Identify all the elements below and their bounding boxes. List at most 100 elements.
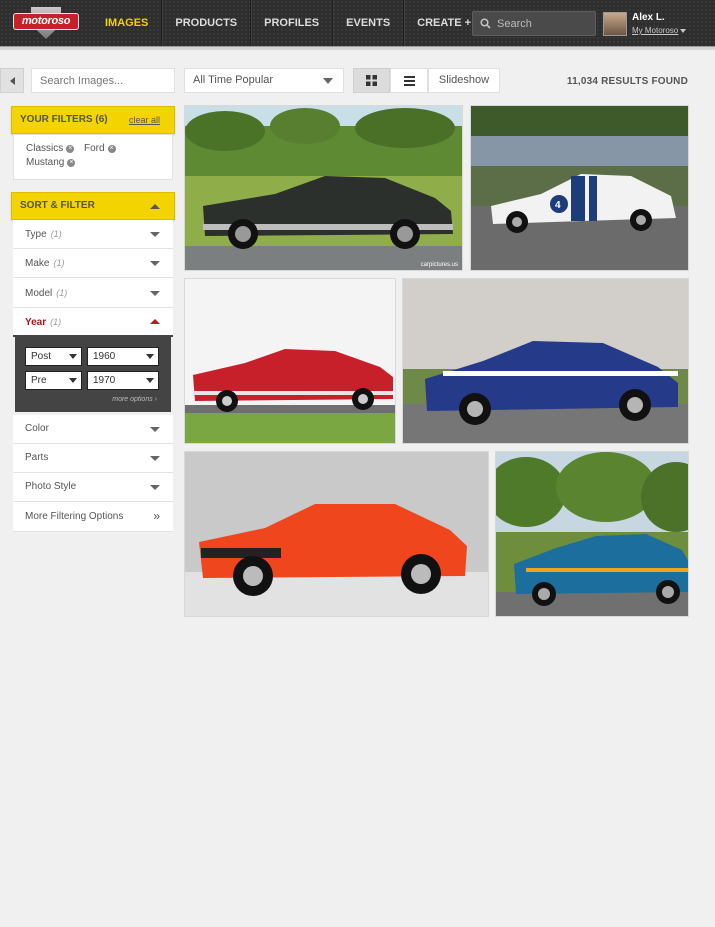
site-search-input[interactable]: Search [472,11,596,36]
photo-black-mustang-convertible[interactable]: carpictures.us [184,105,463,271]
chevron-down-icon [150,485,160,490]
chevron-down-icon [69,378,77,383]
remove-icon[interactable]: × [66,144,75,153]
filter-count: (1) [50,317,62,327]
nav-images[interactable]: IMAGES [92,0,163,46]
clear-all-link[interactable]: clear all [129,107,160,133]
list-view-button[interactable] [390,68,428,93]
filter-chip-classics[interactable]: Classics × [26,143,75,154]
grid-view-button[interactable] [353,68,390,93]
car-photo-image [496,452,688,616]
my-motoroso-link[interactable]: My Motoroso [632,26,678,35]
filter-make[interactable]: Make (1) [13,249,173,278]
your-filters-header: YOUR FILTERS (6) clear all [11,106,175,134]
active-filters: Classics × Ford × Mustang × [13,134,173,180]
nav-profiles[interactable]: PROFILES [251,0,334,46]
car-photo-image [185,106,462,270]
collapse-sidebar-button[interactable] [0,68,24,93]
photo-orange-mustang-fastback[interactable] [184,451,489,617]
filter-chip-label: Classics [26,143,64,154]
nav-products[interactable]: PRODUCTS [162,0,252,46]
car-photo-image: 4 [471,106,688,270]
filter-photo-style[interactable]: Photo Style [13,473,173,502]
race-number: 4 [555,200,561,211]
chevron-down-icon [69,354,77,359]
site-search-placeholder: Search [497,17,532,30]
filter-label: More Filtering Options [25,511,124,522]
sort-filter-title: SORT & FILTER [20,200,95,211]
double-chevron-right-icon: » [153,509,160,523]
filter-model[interactable]: Model (1) [13,278,173,308]
filter-label: Model [25,288,53,299]
photo-white-shelby-race-car[interactable]: 4 [470,105,689,271]
remove-icon[interactable]: × [67,158,76,167]
filter-chip-label: Mustang [26,157,65,168]
filter-count: (1) [50,229,62,239]
chevron-down-icon [150,261,160,266]
filter-year[interactable]: Year (1) [13,308,173,337]
user-menu-caret-icon[interactable] [680,29,686,33]
grid-icon [366,75,377,86]
year-to-qualifier-select[interactable]: Pre [25,371,82,390]
filter-label: Type [25,229,47,240]
results-count: 11,034 RESULTS FOUND [566,76,688,87]
top-navigation-bar: motoroso IMAGES PRODUCTS PROFILES EVENTS… [0,0,715,46]
photo-teal-shelby-convertible[interactable] [495,451,689,617]
year-from-qualifier-select[interactable]: Post [25,347,82,366]
car-photo-image [185,279,395,443]
select-value: 1960 [93,351,116,362]
photo-watermark: carpictures.us [420,262,458,268]
main-nav: IMAGES PRODUCTS PROFILES EVENTS CREATE + [92,0,484,46]
filter-type[interactable]: Type (1) [13,220,173,249]
remove-icon[interactable]: × [107,144,116,153]
user-avatar[interactable] [603,12,627,36]
chevron-down-icon [150,427,160,432]
caret-left-icon [9,76,15,85]
slideshow-button[interactable]: Slideshow [428,68,500,93]
filter-label: Photo Style [25,481,77,492]
chevron-down-icon [150,291,160,296]
photo-blue-shelby-fastback[interactable] [402,278,689,444]
header-divider [0,46,715,50]
select-value: Post [31,351,52,362]
filter-chip-mustang[interactable]: Mustang × [26,157,76,168]
year-to-select[interactable]: 1970 [87,371,159,390]
sort-dropdown-value: All Time Popular [193,74,274,86]
motoroso-logo[interactable]: motoroso [13,7,79,39]
more-filtering-options[interactable]: More Filtering Options » [13,502,173,532]
chevron-down-icon [146,378,154,383]
year-from-select[interactable]: 1960 [87,347,159,366]
nav-events[interactable]: EVENTS [333,0,405,46]
chevron-down-icon [323,78,333,84]
filter-count: (1) [56,288,68,298]
filter-chip-label: Ford [84,143,105,154]
filter-count: (1) [53,258,65,268]
search-icon [480,18,491,29]
more-options-link[interactable]: more options › [112,396,157,403]
chevron-up-icon [150,319,160,324]
logo-wordmark: motoroso [13,13,79,30]
list-icon [403,75,415,86]
sort-filter-header[interactable]: SORT & FILTER [11,192,175,220]
image-search-input[interactable] [31,68,175,93]
filter-color[interactable]: Color [13,415,173,444]
sort-dropdown[interactable]: All Time Popular [184,68,344,93]
car-photo-image [185,452,488,616]
your-filters-title: YOUR FILTERS (6) [20,114,108,125]
chevron-down-icon [150,456,160,461]
photo-red-mustang-convertible[interactable] [184,278,396,444]
year-filter-panel: Post 1960 Pre 1970 more options › [15,337,171,412]
chevron-down-icon [150,232,160,237]
car-photo-image [403,279,688,443]
filter-label: Year [25,317,47,328]
select-value: Pre [31,375,47,386]
filter-parts[interactable]: Parts [13,444,173,473]
filter-label: Color [25,423,49,434]
filter-label: Parts [25,452,49,463]
user-name: Alex L. [632,12,665,23]
select-value: 1970 [93,375,116,386]
chevron-down-icon [146,354,154,359]
filter-label: Make [25,258,50,269]
filter-chip-ford[interactable]: Ford × [84,143,116,154]
chevron-up-icon [150,204,160,209]
